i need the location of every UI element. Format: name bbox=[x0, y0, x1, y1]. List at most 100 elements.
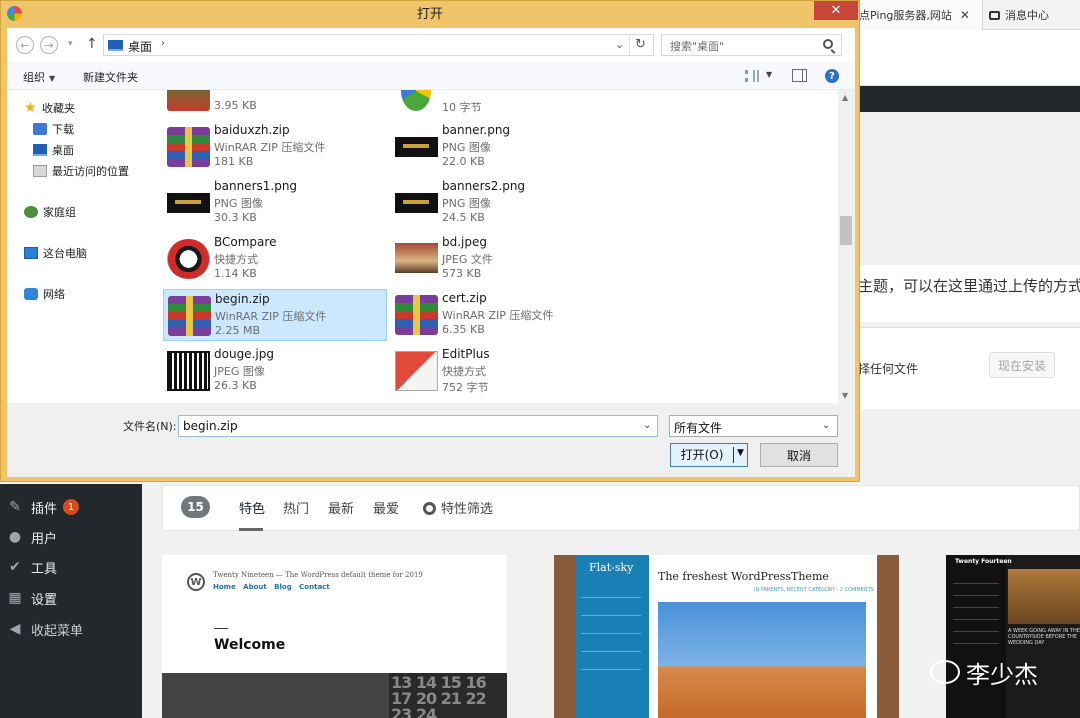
file-item[interactable]: 3.95 KB bbox=[163, 90, 387, 117]
scroll-down-icon[interactable]: ▼ bbox=[842, 391, 848, 400]
sidebar-item-label: 设置 bbox=[31, 592, 58, 608]
forward-button[interactable]: → bbox=[40, 36, 58, 54]
close-button[interactable]: ✕ bbox=[814, 1, 858, 20]
file-item[interactable]: banner.png PNG 图像 22.0 KB bbox=[391, 121, 615, 173]
sidebar-item-settings[interactable]: ▦ 设置 bbox=[0, 583, 142, 613]
view-options-icon[interactable] bbox=[745, 70, 759, 82]
file-thumbnail-icon bbox=[395, 351, 438, 391]
sidebar-item-plugins[interactable]: ✎ 插件 1 bbox=[0, 492, 142, 522]
address-location[interactable]: 桌面 bbox=[128, 38, 152, 55]
file-type-select[interactable]: 所有文件 ⌄ bbox=[669, 415, 838, 437]
chevron-down-icon[interactable]: ▼ bbox=[766, 70, 772, 79]
browser-tab-messages[interactable]: 消息中心 bbox=[987, 0, 1080, 30]
nav-item-this-pc[interactable]: 这台电脑 bbox=[24, 243, 87, 263]
file-item[interactable]: banners1.png PNG 图像 30.3 KB bbox=[163, 177, 387, 229]
filename-value[interactable]: begin.zip bbox=[183, 419, 238, 433]
preview-pane-icon[interactable] bbox=[792, 69, 807, 82]
file-size: 2.25 MB bbox=[215, 324, 261, 337]
address-bar[interactable]: 桌面 › ⌄ ↻ bbox=[103, 34, 654, 56]
file-type: WinRAR ZIP 压缩文件 bbox=[442, 309, 554, 322]
chevron-down-icon[interactable]: ⌄ bbox=[822, 420, 830, 431]
browser-tab-strip: 点Ping服务器,网站 ✕ 消息中心 bbox=[855, 0, 1080, 30]
theme-card-twenty-nineteen[interactable]: W Twenty Nineteen — The WordPress defaul… bbox=[162, 555, 507, 718]
file-type: 快捷方式 bbox=[442, 365, 486, 378]
theme-card-twenty-fourteen[interactable]: Twenty Fourteen A WEEK GOING AWAY IN THE… bbox=[946, 555, 1080, 718]
file-type: WinRAR ZIP 压缩文件 bbox=[215, 310, 327, 323]
sidebar-item-tools[interactable]: ✔ 工具 bbox=[0, 552, 142, 582]
file-item[interactable]: BCompare 快捷方式 1.14 KB bbox=[163, 233, 387, 285]
file-item[interactable]: bd.jpeg JPEG 文件 573 KB bbox=[391, 233, 615, 285]
file-item[interactable]: cert.zip WinRAR ZIP 压缩文件 6.35 KB bbox=[391, 289, 615, 341]
file-thumbnail-icon bbox=[395, 137, 438, 157]
file-item[interactable]: douge.jpg JPEG 图像 26.3 KB bbox=[163, 345, 387, 397]
refresh-icon[interactable]: ↻ bbox=[635, 37, 646, 52]
open-button[interactable]: 打开(O) ▼ bbox=[670, 443, 748, 467]
file-item[interactable]: EditPlus 快捷方式 752 字节 bbox=[391, 345, 615, 397]
theme-headline: The freshest WordPressTheme bbox=[658, 570, 829, 583]
back-button[interactable]: ← bbox=[16, 36, 34, 54]
organize-button[interactable]: 组织 ▼ bbox=[23, 69, 55, 85]
gear-icon bbox=[423, 502, 436, 515]
watermark: 李少杰 bbox=[930, 655, 1038, 689]
theme-card-flat-sky[interactable]: Flat-sky The freshest WordPressTheme IN … bbox=[554, 555, 899, 718]
search-icon[interactable] bbox=[823, 39, 833, 49]
theme-title: Twenty Fourteen bbox=[955, 558, 1012, 565]
file-item[interactable]: 10 字节 bbox=[391, 90, 615, 117]
recent-locations-dropdown[interactable]: ▾ bbox=[68, 39, 73, 49]
watermark-text: 李少杰 bbox=[966, 660, 1038, 689]
file-item[interactable]: baiduxzh.zip WinRAR ZIP 压缩文件 181 KB bbox=[163, 121, 387, 173]
feature-filter-button[interactable]: 特性筛选 bbox=[423, 498, 493, 517]
nav-item-downloads[interactable]: 下载 bbox=[33, 119, 74, 139]
scroll-up-icon[interactable]: ▲ bbox=[842, 93, 848, 102]
file-name: BCompare bbox=[214, 235, 277, 249]
new-folder-button[interactable]: 新建文件夹 bbox=[83, 69, 138, 85]
nav-item-recent-places[interactable]: 最近访问的位置 bbox=[33, 161, 129, 181]
file-name: begin.zip bbox=[215, 292, 270, 306]
file-item[interactable]: banners2.png PNG 图像 24.5 KB bbox=[391, 177, 615, 229]
divider bbox=[581, 633, 641, 634]
tab-featured[interactable]: 特色 bbox=[239, 498, 265, 517]
install-now-button[interactable]: 现在安装 bbox=[989, 352, 1055, 378]
cancel-button[interactable]: 取消 bbox=[760, 443, 838, 467]
organize-label: 组织 bbox=[23, 71, 45, 84]
chevron-right-icon[interactable]: › bbox=[161, 38, 165, 49]
nav-item-desktop[interactable]: 桌面 bbox=[33, 140, 74, 160]
message-icon bbox=[989, 10, 1000, 20]
chevron-down-icon[interactable]: ⌄ bbox=[643, 420, 651, 431]
nav-item-favorites[interactable]: ★ 收藏夹 bbox=[24, 98, 75, 118]
dialog-title: 打开 bbox=[416, 7, 443, 22]
filename-input[interactable]: begin.zip ⌄ bbox=[178, 415, 658, 437]
nav-item-homegroup[interactable]: 家庭组 bbox=[24, 202, 76, 222]
up-arrow-icon[interactable]: ↑ bbox=[86, 36, 98, 52]
tab-favorites[interactable]: 最爱 bbox=[373, 498, 399, 517]
dialog-client-area: ← → ▾ ↑ 桌面 › ⌄ ↻ 搜索"桌面" 组织 ▼ 新建文件夹 ▼ ? ★… bbox=[7, 28, 855, 477]
open-options-dropdown[interactable]: ▼ bbox=[737, 448, 744, 458]
file-thumbnail-icon bbox=[167, 127, 210, 167]
tab-latest[interactable]: 最新 bbox=[328, 498, 354, 517]
browser-tab-ping[interactable]: 点Ping服务器,网站 ✕ bbox=[855, 0, 983, 30]
divider bbox=[581, 651, 641, 652]
file-thumbnail-icon bbox=[395, 243, 438, 273]
close-icon[interactable]: ✕ bbox=[960, 8, 970, 22]
theme-sidebar bbox=[576, 555, 649, 718]
tab-popular[interactable]: 热门 bbox=[283, 498, 309, 517]
search-input[interactable]: 搜索"桌面" bbox=[661, 34, 842, 56]
sidebar-item-collapse[interactable]: ◀ 收起菜单 bbox=[0, 614, 142, 644]
file-type: JPEG 图像 bbox=[214, 365, 265, 378]
sidebar-item-label: 插件 bbox=[31, 501, 58, 517]
star-icon: ★ bbox=[24, 100, 37, 116]
chevron-down-icon[interactable]: ⌄ bbox=[615, 38, 624, 51]
settings-icon: ▦ bbox=[8, 590, 22, 606]
nav-item-network[interactable]: 网络 bbox=[24, 284, 65, 304]
sidebar-item-label: 工具 bbox=[31, 561, 58, 577]
sidebar-item-users[interactable]: ● 用户 bbox=[0, 522, 142, 552]
file-size: 752 字节 bbox=[442, 381, 489, 394]
open-button-label[interactable]: 打开(O) bbox=[671, 444, 733, 466]
file-name: baiduxzh.zip bbox=[214, 123, 290, 137]
scrollbar-thumb[interactable] bbox=[840, 216, 852, 245]
file-type: PNG 图像 bbox=[214, 197, 263, 210]
help-icon[interactable]: ? bbox=[825, 69, 839, 83]
vertical-scrollbar[interactable]: ▲ ▼ bbox=[838, 90, 855, 403]
dialog-titlebar[interactable]: 打开 ✕ bbox=[1, 1, 859, 28]
file-item[interactable]: begin.zip WinRAR ZIP 压缩文件 2.25 MB bbox=[163, 289, 387, 341]
